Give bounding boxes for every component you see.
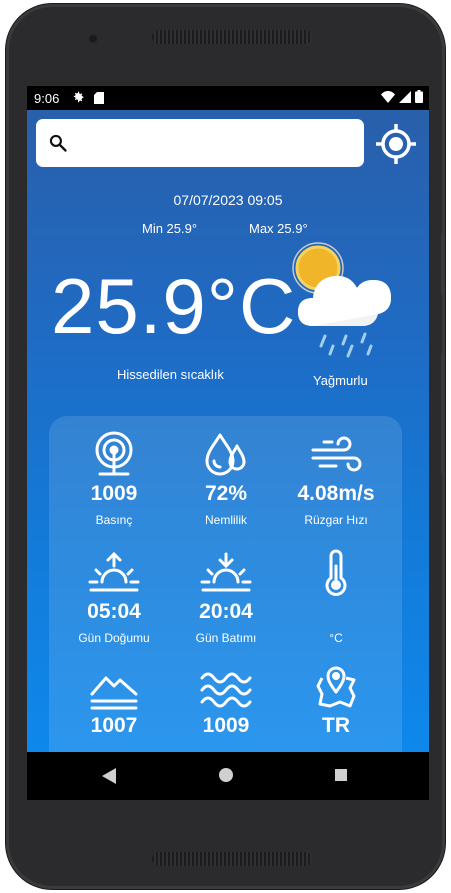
max-temperature: Max 25.9° [249, 221, 308, 236]
sunset-icon [200, 552, 252, 592]
detail-value: TR [322, 714, 350, 737]
detail-label: Nemlilik [205, 513, 247, 527]
status-time: 9:06 [34, 91, 60, 106]
wind-icon [311, 436, 362, 472]
volume-button [441, 234, 445, 294]
detail-temperature-unit: °C [277, 546, 395, 645]
waves-icon [200, 672, 252, 708]
earpiece-speaker [152, 30, 312, 44]
mountains-icon [90, 676, 138, 710]
detail-humidity: 72% Nemlilik [167, 428, 285, 527]
detail-label: °C [329, 631, 343, 645]
detail-value: 1009 [202, 714, 250, 737]
feels-like-label: Hissedilen sıcaklık [117, 367, 224, 382]
map-location-icon [316, 666, 356, 708]
signal-icon [399, 90, 411, 103]
weather-details-card: 1009 Basınç 72% Nemlilik 4.08m/s Rüzgar … [49, 416, 402, 800]
detail-value: 20:04 [199, 600, 253, 623]
sunrise-icon [88, 551, 140, 592]
detail-value: 1009 [90, 482, 138, 505]
detail-label: Gün Batımı [195, 631, 257, 645]
detail-pressure: 1009 Basınç [55, 428, 173, 527]
detail-value: 05:04 [87, 600, 141, 623]
search-input[interactable] [76, 129, 360, 159]
detail-value [277, 600, 395, 625]
current-temperature: 25.9°C [51, 262, 297, 350]
detail-label: Gün Doğumu [78, 631, 150, 645]
date-time: 07/07/2023 09:05 [173, 192, 283, 208]
detail-sunrise: 05:04 Gün Doğumu [55, 546, 173, 645]
home-icon[interactable] [219, 768, 233, 782]
recent-apps-icon[interactable] [335, 769, 347, 781]
detail-label: Rüzgar Hızı [304, 513, 368, 527]
battery-icon [415, 90, 423, 103]
search-box[interactable] [36, 119, 364, 167]
my-location-icon[interactable] [374, 122, 418, 166]
app-screen: 9:06 07/07/2023 09:05 Min 25.9° Max 25.9… [27, 86, 429, 800]
detail-label: Basınç [95, 513, 133, 527]
back-icon[interactable] [102, 768, 116, 784]
humidity-drops-icon [205, 433, 246, 476]
condition-label: Yağmurlu [313, 373, 368, 388]
power-button [441, 354, 445, 474]
search-icon [49, 134, 67, 152]
detail-value: 72% [204, 482, 248, 505]
detail-wind: 4.08m/s Rüzgar Hızı [277, 428, 395, 527]
settings-gear-icon [73, 91, 84, 103]
front-camera [88, 34, 98, 44]
min-temperature: Min 25.9° [142, 221, 198, 236]
status-bar: 9:06 [27, 86, 429, 110]
detail-country: TR [277, 660, 395, 745]
wifi-icon [381, 90, 395, 103]
thermometer-icon [325, 549, 347, 596]
status-icons [381, 90, 423, 103]
bottom-speaker [152, 852, 312, 866]
pressure-gauge-icon [95, 431, 133, 476]
navigation-bar [27, 752, 429, 800]
detail-value: 1007 [90, 714, 138, 737]
detail-sea-level: 1007 [55, 660, 173, 745]
detail-value: 4.08m/s [297, 482, 375, 505]
detail-sunset: 20:04 Gün Batımı [167, 546, 285, 645]
sun-cloud-rain-icon [292, 242, 391, 358]
sd-card-icon [94, 92, 104, 104]
detail-ground-level: 1009 [167, 660, 285, 745]
